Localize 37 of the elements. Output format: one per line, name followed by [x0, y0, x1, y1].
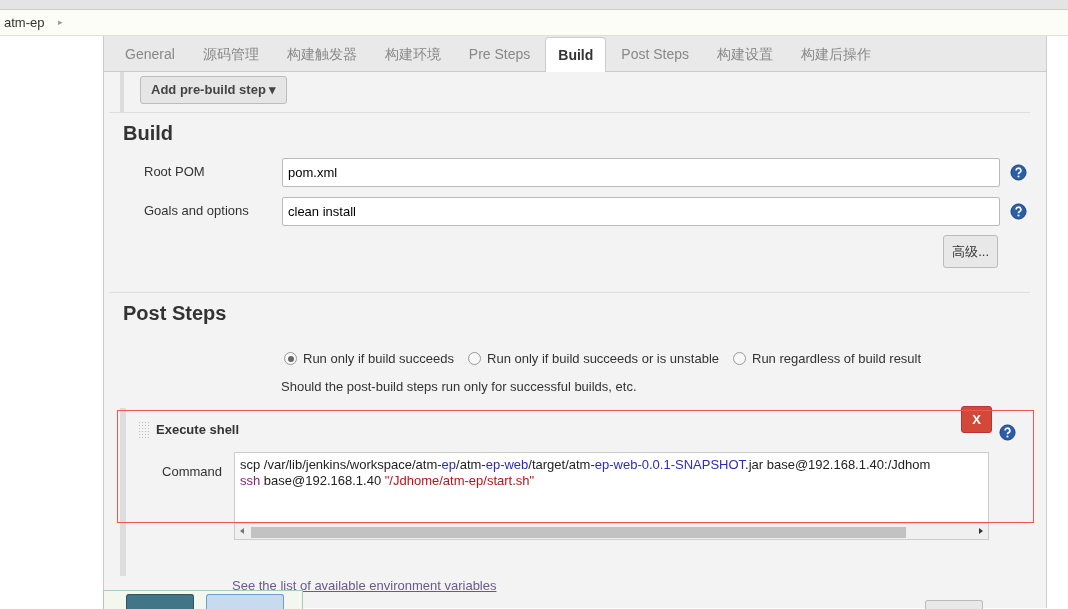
advanced-button[interactable]: 高级... — [943, 234, 998, 268]
field-label: Root POM — [143, 163, 206, 182]
radio-button[interactable] — [284, 352, 297, 366]
save-button[interactable] — [126, 594, 194, 609]
radio-label: Run only if build succeeds or is unstable — [487, 350, 719, 368]
radio-button[interactable] — [468, 352, 482, 366]
tab[interactable]: 构建触发器 — [273, 37, 370, 71]
tab[interactable]: Build — [545, 37, 607, 72]
text-field[interactable]: pom.xml — [282, 157, 1000, 187]
env-variables-link[interactable]: See the list of available environment variables — [232, 576, 497, 596]
tab[interactable]: Post Steps — [608, 37, 702, 71]
tab[interactable]: Pre Steps — [455, 37, 544, 71]
breadcrumb-separator: ▸ — [58, 15, 64, 29]
command-field[interactable]: scp /var/lib/jenkins/workspace/atm-ep/atm-ep-web/target/atm-ep-web-0.0.1-SNAPSHOT.jar base@192.168.1.40:/Jdhom ssh base@192.168.1.40 "/Jdhome/atm-ep/start.sh" — [234, 451, 989, 540]
delete-button[interactable]: X — [961, 406, 992, 433]
tab[interactable]: 源码管理 — [189, 37, 272, 71]
apply-button[interactable] — [206, 594, 284, 609]
breadcrumb-link[interactable]: atm-ep — [4, 12, 45, 33]
help-icon[interactable] — [1010, 202, 1027, 220]
field-label: Goals and options — [143, 202, 250, 221]
hint-text: Should the post-build steps run only for successful builds, etc. — [280, 377, 638, 396]
tab[interactable]: 构建环境 — [371, 37, 454, 71]
radio-button[interactable] — [733, 352, 746, 366]
section-title: Post Steps — [122, 301, 228, 325]
tab[interactable]: 构建设置 — [704, 37, 786, 71]
section-title: Build — [122, 120, 174, 145]
radio-label: Run regardless of build result — [752, 350, 922, 368]
help-icon[interactable] — [999, 424, 1016, 442]
add-pre-build-step-button[interactable]: Add pre-build step ▾ — [140, 76, 288, 104]
tab[interactable]: 构建后操作 — [788, 37, 884, 71]
tab[interactable]: General — [112, 37, 188, 71]
advanced-button[interactable] — [925, 600, 983, 609]
field-label: Command — [161, 462, 223, 481]
text-field[interactable]: clean install — [282, 196, 1000, 226]
help-icon[interactable] — [1010, 163, 1027, 181]
step-title: Execute shell — [156, 421, 240, 439]
radio-label: Run only if build succeeds — [303, 350, 455, 368]
